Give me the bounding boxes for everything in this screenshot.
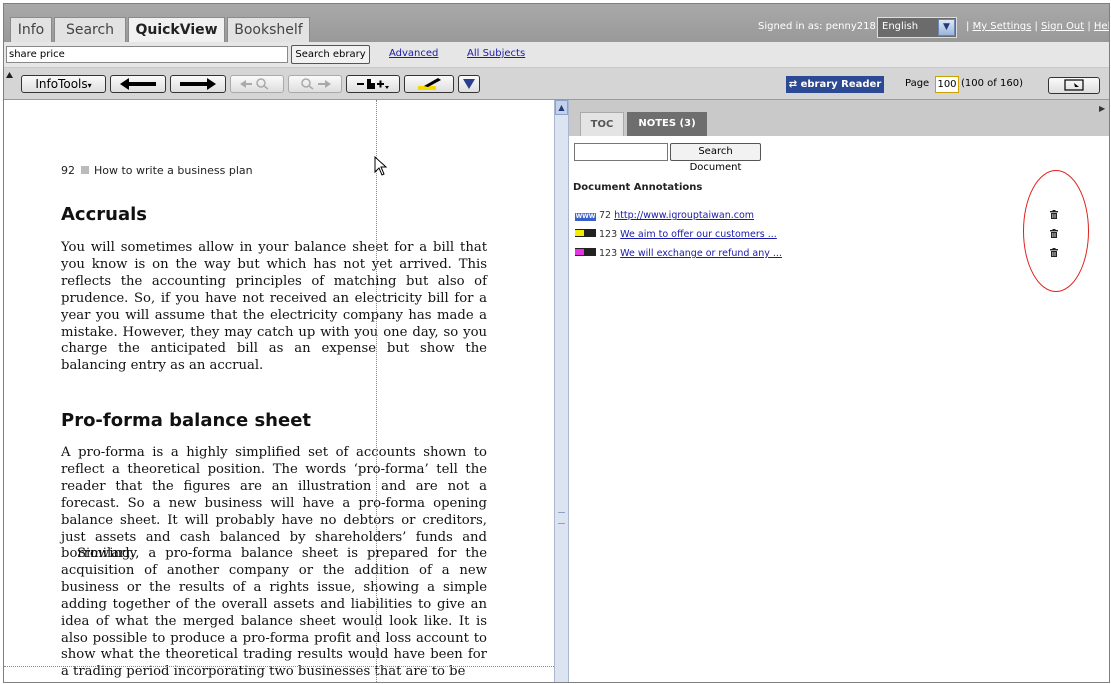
- section-heading-accruals: Accruals: [61, 204, 147, 225]
- highlighter-yellow-icon: [575, 229, 596, 237]
- crop-guide-horizontal: [4, 666, 554, 667]
- reader-label: ebrary Reader: [800, 79, 882, 90]
- tab-bookshelf[interactable]: Bookshelf: [227, 17, 310, 43]
- tab-quickview[interactable]: QuickView: [128, 17, 225, 44]
- highlighter-magenta-icon: [575, 248, 596, 256]
- scrollbar-grip[interactable]: [558, 512, 565, 524]
- ebrary-reader-button[interactable]: ⇄ ebrary Reader: [786, 76, 884, 93]
- annotation-item[interactable]: WWW 72 http://www.igrouptaiwan.com: [575, 210, 754, 221]
- search-input[interactable]: share price: [6, 46, 288, 63]
- search-next-button[interactable]: [288, 75, 342, 93]
- annotation-page: 72: [599, 210, 612, 221]
- crop-guide-vertical: [376, 100, 377, 682]
- reader-icon: ⇄: [788, 79, 798, 90]
- square-bullet-icon: [81, 166, 89, 174]
- annotation-page: 123: [599, 229, 618, 240]
- search-document-button[interactable]: Search Document: [670, 143, 761, 173]
- annotation-item[interactable]: 123 We will exchange or refund any ...: [575, 248, 782, 259]
- tab-toc[interactable]: TOC: [580, 112, 624, 136]
- running-head: 92 How to write a business plan: [61, 164, 253, 177]
- tab-notes[interactable]: NOTES (3): [627, 112, 707, 136]
- document-search-input[interactable]: [574, 143, 668, 161]
- search-previous-button[interactable]: [230, 75, 284, 93]
- all-subjects-link[interactable]: All Subjects: [467, 48, 525, 59]
- paragraph-accruals: You will sometimes allow in your balance…: [61, 240, 487, 374]
- chevron-down-icon: ▾: [87, 81, 92, 90]
- notes-panel: TOC NOTES (3) ▶ Search Document Document…: [569, 100, 1109, 682]
- account-links: | My Settings | Sign Out | Help: [966, 21, 1109, 32]
- back-button[interactable]: [110, 75, 166, 93]
- mouse-pointer-icon: [374, 156, 388, 176]
- tab-info[interactable]: Info: [10, 17, 52, 43]
- arrow-right-icon: [180, 78, 216, 90]
- paragraph-pro-forma-2: Similarly, a pro-forma balance sheet is …: [61, 546, 487, 680]
- forward-button[interactable]: [170, 75, 226, 93]
- section-heading-pro-forma: Pro-forma balance sheet: [61, 410, 312, 431]
- reader-toolbar: InfoTools▾ ⇄ ebrary Reader Page 100 (100: [4, 68, 1109, 100]
- search-row: share price Search ebrary Advanced All S…: [4, 42, 1109, 68]
- infotools-label: InfoTools: [35, 77, 88, 91]
- triangle-down-icon: [463, 79, 475, 89]
- help-link[interactable]: Help: [1094, 21, 1109, 32]
- chevron-down-icon[interactable]: ▼: [938, 19, 955, 36]
- language-select[interactable]: English ▼: [877, 17, 957, 38]
- collapse-up-icon[interactable]: [6, 72, 13, 78]
- page-number-input[interactable]: 100: [935, 76, 959, 93]
- scroll-up-arrow-icon[interactable]: ▲: [555, 100, 568, 115]
- advanced-search-link[interactable]: Advanced: [389, 48, 438, 59]
- page-count: (100 of 160): [961, 78, 1023, 89]
- annotation-page: 123: [599, 248, 618, 259]
- signed-in-label: Signed in as: penny218: [758, 21, 876, 32]
- running-head-title: How to write a business plan: [94, 164, 253, 177]
- fit-page-icon: [1064, 79, 1084, 91]
- search-next-icon: [301, 78, 331, 90]
- annotation-item[interactable]: 123 We aim to offer our customers ...: [575, 229, 777, 240]
- ebrary-window: Info Search QuickView Bookshelf Signed i…: [3, 3, 1110, 683]
- sign-out-link[interactable]: Sign Out: [1041, 21, 1084, 32]
- panel-tab-bar: TOC NOTES (3) ▶: [569, 100, 1109, 136]
- top-bar: Info Search QuickView Bookshelf Signed i…: [4, 4, 1109, 44]
- annotation-link[interactable]: We will exchange or refund any ...: [620, 248, 782, 259]
- arrow-left-icon: [120, 78, 156, 90]
- page-number-text: 92: [61, 164, 75, 177]
- search-previous-icon: [240, 78, 269, 90]
- web-link-icon: WWW: [575, 213, 596, 221]
- annotation-link[interactable]: http://www.igrouptaiwan.com: [614, 210, 754, 221]
- annotation-link[interactable]: We aim to offer our customers ...: [620, 229, 777, 240]
- add-to-bookshelf-button[interactable]: [346, 75, 400, 93]
- page-label: Page: [905, 78, 930, 89]
- language-value: English: [882, 21, 919, 32]
- infotools-button[interactable]: InfoTools▾: [21, 75, 106, 93]
- page-add-icon: [357, 79, 389, 89]
- my-settings-link[interactable]: My Settings: [973, 21, 1032, 32]
- document-scrollbar[interactable]: ▲: [554, 100, 569, 682]
- annotations-heading: Document Annotations: [573, 182, 703, 193]
- document-page[interactable]: 92 How to write a business plan Accruals …: [4, 100, 554, 682]
- fit-page-button[interactable]: [1048, 77, 1100, 94]
- panel-expand-icon[interactable]: ▶: [1099, 104, 1105, 113]
- more-options-button[interactable]: [458, 75, 480, 93]
- highlight-circle-annotation: [1023, 170, 1089, 292]
- highlighter-icon: [418, 78, 441, 90]
- highlight-button[interactable]: [404, 75, 454, 93]
- search-ebrary-button[interactable]: Search ebrary: [291, 45, 370, 64]
- tab-search[interactable]: Search: [54, 17, 126, 43]
